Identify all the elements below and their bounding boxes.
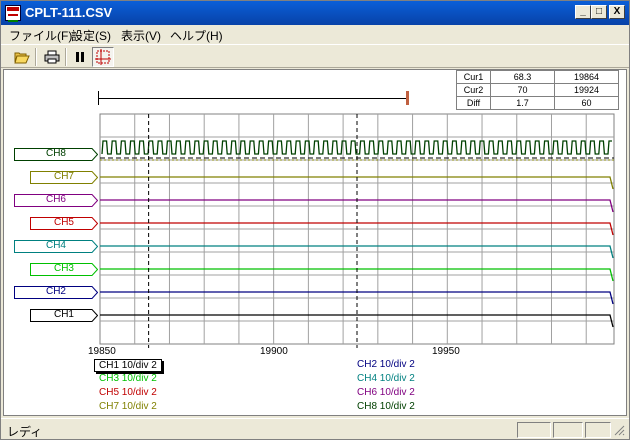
toolbar <box>1 44 629 68</box>
toolbar-separator <box>65 48 67 66</box>
folder-open-icon <box>14 52 30 64</box>
cursor-row-diff: Diff 1.7 60 <box>456 96 619 110</box>
print-button[interactable] <box>41 47 63 67</box>
channel-tag-label: CH1 <box>53 309 74 320</box>
printer-icon <box>44 50 60 64</box>
channel-tag-label: CH7 <box>53 171 74 182</box>
view-range-bar[interactable] <box>98 91 409 105</box>
app-window: CPLT-111.CSV _ □ X ファイル(F) 設定(S) 表示(V) ヘ… <box>0 0 630 440</box>
status-text: レディ <box>7 425 43 439</box>
x-tick-label: 19950 <box>432 346 460 357</box>
menu-settings[interactable]: 設定(S) <box>71 27 111 44</box>
x-tick-label: 19900 <box>260 346 288 357</box>
menu-view[interactable]: 表示(V) <box>121 27 161 44</box>
channel-tag-ch7[interactable]: CH7 <box>30 171 98 184</box>
channel-tag-ch2[interactable]: CH2 <box>14 286 98 299</box>
channel-tag-ch4[interactable]: CH4 <box>14 240 98 253</box>
title-bar[interactable]: CPLT-111.CSV _ □ X <box>1 1 629 25</box>
scale-info-ch8: CH8 10/div 2 <box>357 401 415 412</box>
status-pane <box>517 422 551 438</box>
status-pane <box>585 422 611 438</box>
channel-tag-ch6[interactable]: CH6 <box>14 194 98 207</box>
cursor-grid-icon <box>95 49 111 65</box>
range-end-handle[interactable] <box>406 91 409 105</box>
cursor-label: Cur2 <box>456 83 491 97</box>
resize-grip-icon[interactable] <box>613 424 625 436</box>
channel-tag-label: CH4 <box>45 240 66 251</box>
cursor-position: 19864 <box>554 70 619 84</box>
cursor-value: 70 <box>490 83 555 97</box>
channel-tag-label: CH5 <box>53 217 74 228</box>
scale-info-ch5: CH5 10/div 2 <box>99 387 157 398</box>
scale-info-ch4: CH4 10/div 2 <box>357 373 415 384</box>
maximize-button[interactable]: □ <box>591 5 607 19</box>
menu-help[interactable]: ヘルプ(H) <box>170 27 223 44</box>
minimize-button[interactable]: _ <box>575 5 591 19</box>
cursor-button[interactable] <box>92 47 114 67</box>
x-tick-label: 19850 <box>88 346 116 357</box>
cursor-row-1: Cur1 68.3 19864 <box>456 70 619 84</box>
channel-tag-label: CH6 <box>45 194 66 205</box>
channel-tag-ch3[interactable]: CH3 <box>30 263 98 276</box>
app-icon[interactable] <box>5 5 21 22</box>
scale-info-ch3: CH3 10/div 2 <box>99 373 157 384</box>
menu-bar: ファイル(F) 設定(S) 表示(V) ヘルプ(H) <box>1 25 629 43</box>
menu-file[interactable]: ファイル(F) <box>9 27 72 44</box>
channel-tag-ch1[interactable]: CH1 <box>30 309 98 322</box>
pause-button[interactable] <box>69 47 91 67</box>
open-button[interactable] <box>11 47 33 67</box>
cursor-value: 68.3 <box>490 70 555 84</box>
close-button[interactable]: X <box>609 5 625 19</box>
channel-tag-label: CH3 <box>53 263 74 274</box>
status-bar: レディ <box>1 418 629 439</box>
window-title: CPLT-111.CSV <box>25 5 113 20</box>
range-line <box>98 98 408 99</box>
cursor-label: Diff <box>456 96 491 110</box>
cursor-position: 19924 <box>554 83 619 97</box>
cursor-position: 60 <box>554 96 619 110</box>
channel-tag-label: CH8 <box>45 148 66 159</box>
channel-tag-label: CH2 <box>45 286 66 297</box>
pause-icon <box>76 52 84 62</box>
toolbar-separator <box>35 48 37 66</box>
scale-info-ch7: CH7 10/div 2 <box>99 401 157 412</box>
cursor-value: 1.7 <box>490 96 555 110</box>
range-start-marker[interactable] <box>98 91 99 105</box>
cursor-row-2: Cur2 70 19924 <box>456 83 619 97</box>
scale-info-ch2: CH2 10/div 2 <box>357 359 415 370</box>
chart-area[interactable]: Cur1 68.3 19864 Cur2 70 19924 Diff 1.7 6… <box>3 69 627 416</box>
scale-info-ch6: CH6 10/div 2 <box>357 387 415 398</box>
status-pane <box>553 422 583 438</box>
scale-info-ch1: CH1 10/div 2 <box>94 359 162 372</box>
cursor-label: Cur1 <box>456 70 491 84</box>
cursor-readout-table: Cur1 68.3 19864 Cur2 70 19924 Diff 1.7 6… <box>456 70 619 110</box>
channel-tag-ch8[interactable]: CH8 <box>14 148 98 161</box>
channel-tag-ch5[interactable]: CH5 <box>30 217 98 230</box>
